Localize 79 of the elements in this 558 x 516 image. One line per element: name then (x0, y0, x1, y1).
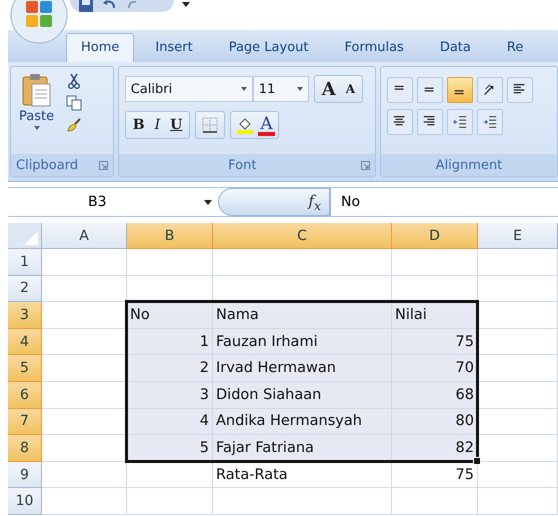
font-color-button[interactable]: A (258, 114, 275, 136)
caret-icon[interactable] (182, 2, 190, 7)
table-cell: Irvad Hermawan (213, 355, 392, 382)
table-cell: 75 (392, 328, 478, 356)
copy-icon[interactable] (66, 95, 82, 111)
row-header[interactable]: 2 (8, 276, 42, 302)
group-label: Clipboard (16, 158, 78, 172)
table-cell: Fauzan Irhami (213, 328, 392, 356)
table-cell: 5 (127, 435, 213, 462)
table-cell: Nama (213, 302, 392, 329)
save-icon[interactable] (78, 0, 94, 12)
scissors-icon[interactable] (66, 73, 82, 89)
formula-field[interactable]: No (330, 188, 558, 216)
table-cell: 2 (127, 355, 213, 382)
table-cell: Didon Siahaan (213, 382, 392, 409)
font-name-field[interactable]: Calibri (124, 76, 253, 102)
table-cell: 68 (392, 382, 478, 409)
dialog-launcher-icon[interactable] (360, 160, 370, 170)
column-header[interactable]: C (213, 223, 392, 249)
group-label: Font (227, 158, 258, 172)
outdent-align-icon[interactable] (446, 109, 473, 135)
table-cell: 1 (127, 328, 213, 356)
ribbon-tab[interactable]: Page Layout (214, 33, 324, 62)
borders-icon[interactable] (201, 116, 220, 134)
table-cell: Nilai (392, 302, 478, 329)
row-header[interactable]: 3 (8, 302, 42, 329)
row-header[interactable]: 9 (8, 462, 42, 488)
font-size-field[interactable]: 11 (252, 76, 309, 102)
table-cell: 70 (392, 355, 478, 382)
row-header[interactable]: 1 (8, 249, 42, 276)
indent-align-icon[interactable] (476, 109, 503, 135)
table-cell: 82 (392, 435, 478, 462)
ribbon-tab[interactable]: Formulas (329, 33, 419, 62)
underline-button[interactable]: U (166, 113, 186, 137)
brush-icon[interactable] (66, 117, 82, 133)
caret-icon (296, 87, 303, 91)
ribbon-tab[interactable]: Insert (140, 33, 208, 62)
row-header[interactable]: 10 (8, 488, 42, 515)
name-box[interactable]: B3 (8, 188, 218, 216)
ribbon-tab[interactable]: Data (424, 33, 486, 62)
triangle-icon (24, 231, 38, 245)
table-cell: No (127, 302, 213, 329)
table-cell: Fajar Fatriana (213, 435, 392, 462)
column-header[interactable]: E (478, 223, 558, 249)
grow-font-button[interactable]: A (318, 77, 340, 101)
bottom-align-icon[interactable] (446, 77, 473, 103)
group-label: Alignment (434, 158, 504, 172)
italic-button[interactable]: I (150, 113, 164, 137)
dialog-launcher-icon[interactable] (98, 160, 108, 170)
center-align-icon[interactable] (386, 109, 413, 135)
row-header[interactable]: 4 (8, 328, 42, 356)
caret-icon (204, 200, 212, 204)
insert-function-button[interactable]: f$_{x}$ (218, 188, 330, 216)
orient-align-icon[interactable] (476, 77, 503, 103)
fill-color-icon[interactable] (236, 116, 254, 134)
caret-icon (240, 87, 247, 91)
shrink-font-button[interactable]: A (342, 77, 359, 101)
top-align-icon[interactable] (386, 77, 413, 103)
ribbon-tab[interactable]: Home (66, 33, 134, 62)
table-cell: Rata-Rata (213, 462, 392, 488)
column-header[interactable]: A (42, 223, 127, 249)
row-header[interactable]: 5 (8, 355, 42, 382)
paste-button[interactable]: Paste (15, 71, 58, 154)
table-cell: Andika Hermansyah (213, 408, 392, 436)
row-header[interactable]: 8 (8, 435, 42, 462)
middle-align-icon[interactable] (416, 77, 443, 103)
column-header[interactable]: D (392, 223, 478, 249)
clipboard-icon (22, 73, 52, 107)
left-align-icon[interactable] (506, 77, 533, 103)
bold-button[interactable]: B (128, 113, 149, 137)
right-align-icon[interactable] (416, 109, 443, 135)
table-cell: 80 (392, 408, 478, 436)
row-header[interactable]: 7 (8, 408, 42, 436)
column-header[interactable]: B (127, 223, 213, 249)
table-cell: 4 (127, 408, 213, 436)
caret-icon (34, 126, 40, 130)
row-header[interactable]: 6 (8, 382, 42, 409)
ribbon-tab[interactable]: Re (492, 33, 538, 62)
table-cell: 3 (127, 382, 213, 409)
